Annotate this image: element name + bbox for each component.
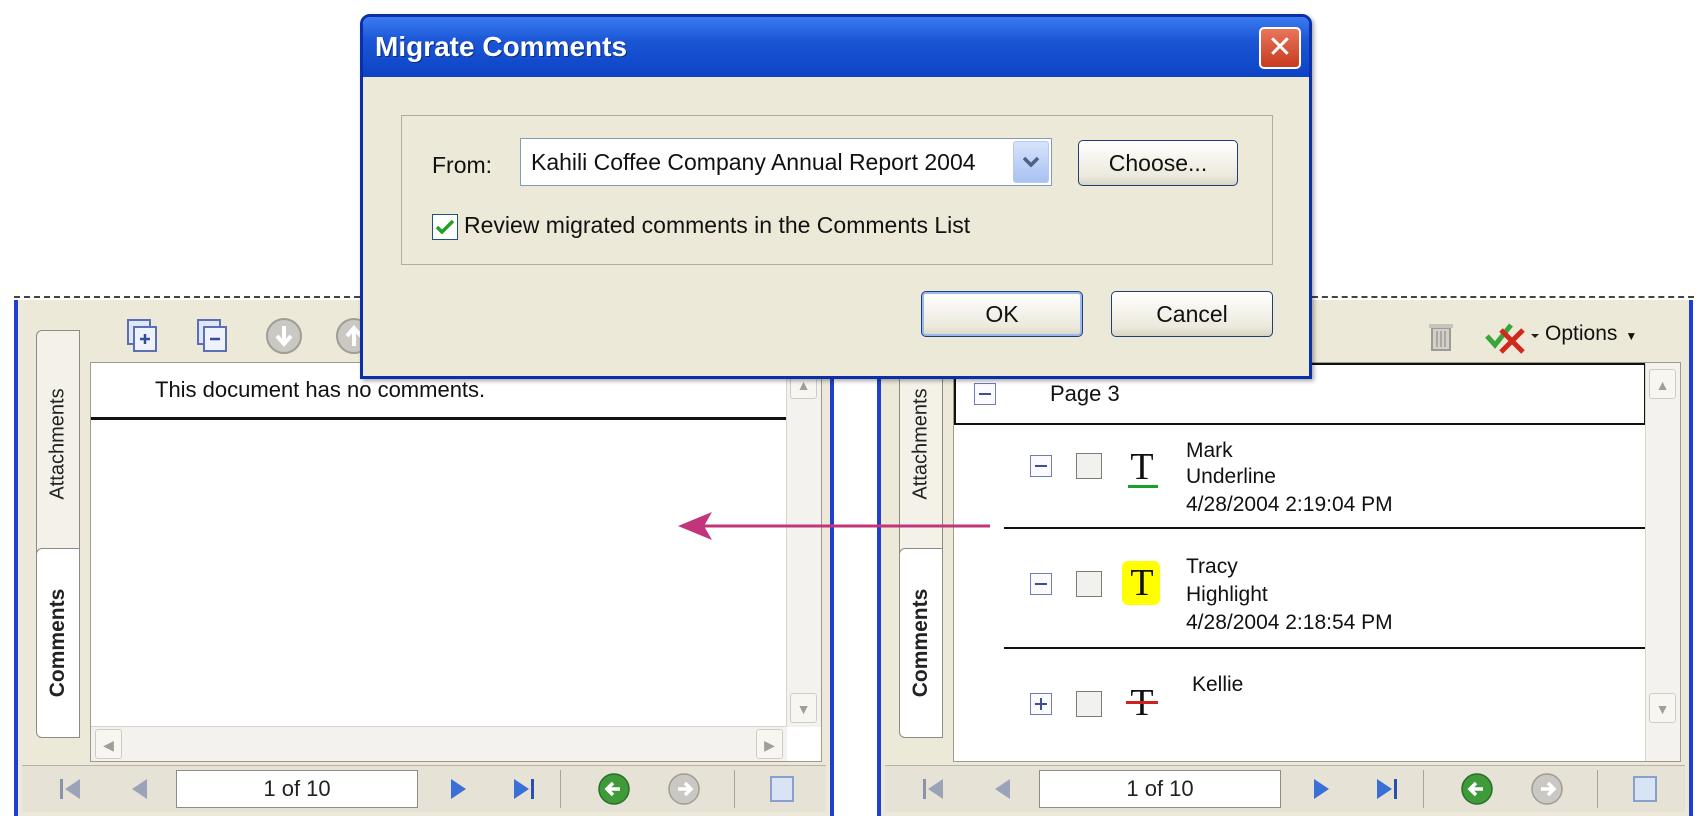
scroll-down-arrow-icon[interactable]: ▼ bbox=[790, 693, 817, 723]
right-vertical-scrollbar[interactable]: ▲ ▼ bbox=[1645, 363, 1680, 761]
last-page-icon[interactable] bbox=[506, 772, 542, 806]
previous-page-icon[interactable] bbox=[985, 772, 1021, 806]
options-menu[interactable]: Options ▼ bbox=[1545, 320, 1637, 350]
left-tab-strip: Attachments Comments bbox=[32, 316, 90, 764]
comment-author: Tracy bbox=[1186, 555, 1238, 578]
migrate-options-group: From: Kahili Coffee Company Annual Repor… bbox=[401, 115, 1273, 265]
next-comment-icon[interactable] bbox=[264, 316, 304, 356]
single-page-view-icon[interactable] bbox=[1627, 772, 1663, 806]
right-tab-strip: Attachments Comments bbox=[895, 316, 953, 764]
tab-comments-label: Comments bbox=[909, 588, 932, 698]
nav-separator bbox=[560, 770, 561, 808]
comment-divider bbox=[1004, 527, 1646, 529]
migrate-comments-dialog: Migrate Comments ✕ From: Kahili Coffee C… bbox=[360, 14, 1312, 379]
comment-author: Mark bbox=[1186, 439, 1233, 462]
next-page-icon[interactable] bbox=[1303, 772, 1339, 806]
tab-attachments-label: Attachments bbox=[909, 388, 932, 500]
no-comments-message: This document has no comments. bbox=[155, 377, 486, 402]
last-page-icon[interactable] bbox=[1369, 772, 1405, 806]
tab-attachments[interactable]: Attachments bbox=[36, 330, 80, 558]
right-page-navigation: 1 of 10 bbox=[885, 765, 1685, 812]
next-page-icon[interactable] bbox=[440, 772, 476, 806]
from-label: From: bbox=[432, 152, 493, 178]
left-horizontal-scrollbar[interactable]: ◀ ▶ bbox=[91, 726, 787, 761]
first-page-icon[interactable] bbox=[52, 772, 88, 806]
choose-button[interactable]: Choose... bbox=[1078, 140, 1238, 186]
collapse-toggle-icon[interactable] bbox=[1030, 455, 1052, 477]
page-number-field[interactable]: 1 of 10 bbox=[1039, 770, 1281, 808]
chevron-down-icon: ▼ bbox=[1625, 329, 1638, 343]
expand-toggle-icon[interactable] bbox=[1030, 693, 1052, 715]
page-group-label: Page 3 bbox=[1050, 381, 1120, 406]
comment-type: Highlight bbox=[1186, 583, 1268, 606]
comment-checkbox[interactable] bbox=[1076, 571, 1102, 597]
go-forward-icon[interactable] bbox=[666, 772, 702, 806]
single-page-view-icon[interactable] bbox=[764, 772, 800, 806]
underline-text-icon: T bbox=[1130, 446, 1154, 488]
nav-separator bbox=[1423, 770, 1424, 808]
underline-bar bbox=[1128, 485, 1158, 488]
trash-icon[interactable] bbox=[1421, 316, 1461, 356]
comment-type: Underline bbox=[1186, 465, 1276, 488]
highlight-text-icon: T bbox=[1130, 562, 1154, 604]
cancel-button[interactable]: Cancel bbox=[1111, 291, 1273, 337]
collapse-toggle-icon[interactable] bbox=[974, 383, 996, 405]
collapse-toggle-icon[interactable] bbox=[1030, 573, 1052, 595]
list-header-divider bbox=[91, 417, 787, 420]
comment-author: Kellie bbox=[1192, 673, 1244, 696]
review-comments-label[interactable]: Review migrated comments in the Comments… bbox=[464, 212, 970, 239]
comment-date: 4/28/2004 2:19:04 PM bbox=[1186, 493, 1393, 516]
go-back-icon[interactable] bbox=[596, 772, 632, 806]
expand-all-icon[interactable] bbox=[122, 316, 162, 356]
comment-date: 4/28/2004 2:18:54 PM bbox=[1186, 611, 1393, 634]
previous-page-icon[interactable] bbox=[122, 772, 158, 806]
go-back-icon[interactable] bbox=[1459, 772, 1495, 806]
comment-checkbox[interactable] bbox=[1076, 691, 1102, 717]
nav-separator bbox=[734, 770, 735, 808]
set-status-icon[interactable] bbox=[1481, 316, 1541, 356]
dashed-divider-left bbox=[14, 296, 360, 298]
scroll-left-arrow-icon[interactable]: ◀ bbox=[95, 729, 122, 759]
comment-divider bbox=[1004, 647, 1646, 649]
scroll-up-arrow-icon[interactable]: ▲ bbox=[1649, 369, 1676, 399]
source-document-select[interactable]: Kahili Coffee Company Annual Report 2004 bbox=[520, 138, 1052, 186]
left-vertical-scrollbar[interactable]: ▲ ▼ bbox=[786, 363, 821, 727]
dialog-titlebar[interactable]: Migrate Comments ✕ bbox=[363, 17, 1309, 77]
dialog-title: Migrate Comments bbox=[375, 31, 628, 62]
dropdown-button[interactable] bbox=[1013, 141, 1049, 183]
right-comments-list[interactable]: Page 3 T Mark Underline 4/28/2004 2:19:0… bbox=[953, 362, 1681, 762]
nav-separator bbox=[1597, 770, 1598, 808]
source-document-value: Kahili Coffee Company Annual Report 2004 bbox=[531, 149, 976, 175]
scroll-down-arrow-icon[interactable]: ▼ bbox=[1649, 693, 1676, 723]
ok-button[interactable]: OK bbox=[921, 291, 1083, 337]
page-number-field[interactable]: 1 of 10 bbox=[176, 770, 418, 808]
tab-attachments-label: Attachments bbox=[46, 388, 69, 500]
tab-comments[interactable]: Comments bbox=[36, 548, 80, 738]
go-forward-icon[interactable] bbox=[1529, 772, 1565, 806]
close-icon[interactable]: ✕ bbox=[1259, 27, 1301, 69]
review-comments-checkbox[interactable] bbox=[432, 214, 458, 240]
dashed-divider-right bbox=[1312, 296, 1694, 298]
collapse-all-icon[interactable] bbox=[192, 316, 232, 356]
comment-checkbox[interactable] bbox=[1076, 453, 1102, 479]
options-label: Options bbox=[1545, 322, 1618, 345]
scroll-right-arrow-icon[interactable]: ▶ bbox=[756, 729, 783, 759]
strikeout-bar bbox=[1126, 701, 1158, 704]
left-page-navigation: 1 of 10 bbox=[22, 765, 826, 812]
first-page-icon[interactable] bbox=[915, 772, 951, 806]
checkmark-icon bbox=[435, 219, 455, 235]
tab-comments[interactable]: Comments bbox=[899, 548, 943, 738]
chevron-down-icon bbox=[1022, 156, 1040, 168]
left-comments-list[interactable]: This document has no comments. ▲ ▼ ◀ ▶ bbox=[90, 362, 822, 762]
tab-comments-label: Comments bbox=[46, 588, 69, 698]
